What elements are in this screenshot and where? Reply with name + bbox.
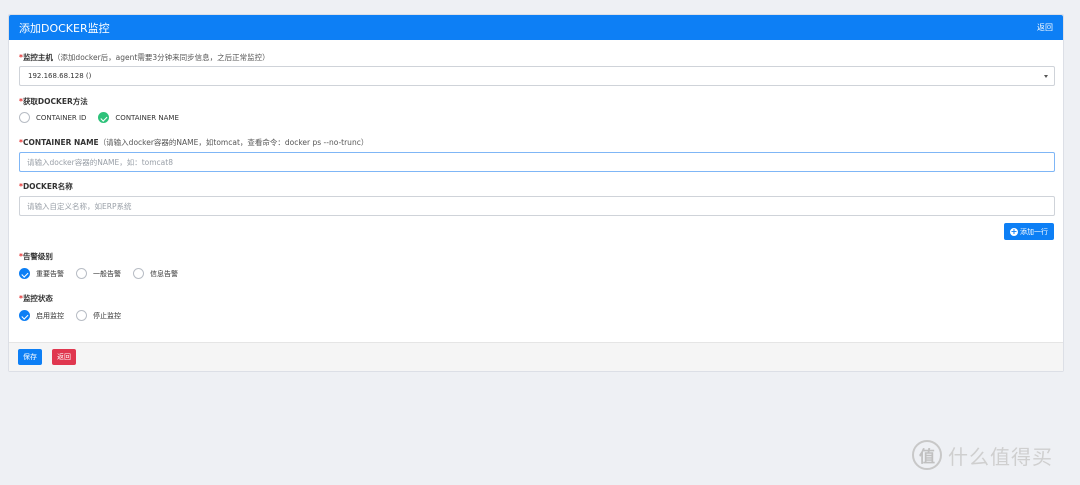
header-back-link[interactable]: 返回 xyxy=(1037,22,1053,33)
host-select[interactable]: 192.168.68.128 () xyxy=(19,66,1055,86)
chevron-down-icon xyxy=(1044,75,1048,78)
container-name-hint: （请输入docker容器的NAME，如tomcat，查看命令：docker ps… xyxy=(98,138,369,147)
host-select-value: 192.168.68.128 () xyxy=(28,72,92,80)
radio-alarm-info[interactable]: 信息告警 xyxy=(133,268,178,279)
watermark: 值 什么值得买 xyxy=(912,440,1053,470)
radio-circle-icon xyxy=(76,268,87,279)
add-docker-panel: 添加DOCKER监控 返回 *监控主机（添加docker后，agent需要3分钟… xyxy=(8,14,1064,372)
page-title: 添加DOCKER监控 xyxy=(19,21,110,35)
check-circle-icon xyxy=(19,268,30,279)
radio-circle-icon xyxy=(76,310,87,321)
radio-alarm-normal[interactable]: 一般告警 xyxy=(76,268,121,279)
host-hint: （添加docker后，agent需要3分钟来同步信息，之后正常监控） xyxy=(52,53,270,62)
radio-container-id[interactable]: CONTAINER ID xyxy=(19,112,86,123)
watermark-logo: 值 xyxy=(912,440,942,470)
alarm-level-radio-group: 重要告警 一般告警 信息告警 xyxy=(19,268,190,279)
host-label: *监控主机（添加docker后，agent需要3分钟来同步信息，之后正常监控） xyxy=(19,53,270,62)
back-button[interactable]: 返回 xyxy=(52,349,76,365)
radio-monitor-stop[interactable]: 停止监控 xyxy=(76,310,121,321)
form-footer: 保存 返回 xyxy=(9,342,1063,371)
docker-name-input[interactable] xyxy=(19,196,1055,216)
radio-container-name[interactable]: CONTAINER NAME xyxy=(98,112,179,123)
radio-circle-icon xyxy=(19,112,30,123)
alarm-level-label: *告警级别 xyxy=(19,252,53,261)
container-name-label: *CONTAINER NAME（请输入docker容器的NAME，如tomcat… xyxy=(19,138,369,147)
method-radio-group: CONTAINER ID CONTAINER NAME xyxy=(19,112,191,123)
radio-alarm-important[interactable]: 重要告警 xyxy=(19,268,64,279)
monitor-status-radio-group: 启用监控 停止监控 xyxy=(19,310,133,321)
check-circle-icon xyxy=(98,112,110,123)
method-label: *获取DOCKER方法 xyxy=(19,97,88,106)
panel-header: 添加DOCKER监控 返回 xyxy=(9,15,1063,40)
check-circle-icon xyxy=(19,310,30,321)
watermark-text: 什么值得买 xyxy=(948,444,1053,469)
plus-circle-icon: + xyxy=(1010,226,1018,236)
monitor-status-label: *监控状态 xyxy=(19,294,53,303)
add-row-button[interactable]: + 添加一行 xyxy=(1004,223,1054,240)
docker-name-label: *DOCKER名称 xyxy=(19,182,73,191)
radio-monitor-enable[interactable]: 启用监控 xyxy=(19,310,64,321)
container-name-input[interactable] xyxy=(19,152,1055,172)
save-button[interactable]: 保存 xyxy=(18,349,42,365)
radio-circle-icon xyxy=(133,268,144,279)
